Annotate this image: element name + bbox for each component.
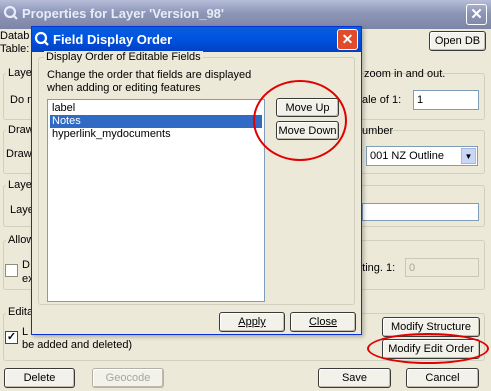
open-db-label: Open DB [434, 35, 481, 47]
move-down-button[interactable]: Move Down [276, 121, 339, 140]
setting-input[interactable]: 0 [405, 258, 479, 277]
description-line-2: when adding or editing features [47, 82, 201, 94]
layer-group-label-2: Laye [6, 179, 34, 191]
move-down-label: Move Down [278, 125, 337, 137]
apply-button[interactable]: Apply [219, 312, 285, 332]
close-button[interactable]: Close [290, 312, 356, 332]
edit-checkbox[interactable]: ✓ [5, 331, 18, 344]
main-window-title: Properties for Layer 'Version_98' [22, 6, 224, 21]
modify-edit-order-label: Modify Edit Order [388, 343, 474, 355]
save-button[interactable]: Save [318, 368, 391, 388]
added-deleted-label: be added and deleted) [22, 339, 133, 351]
geocode-button[interactable]: Geocode [92, 368, 164, 388]
do-not-label: Do n [10, 94, 34, 106]
display-order-group-label: Display Order of Editable Fields [44, 51, 203, 63]
dialog-close-button[interactable]: ✕ [337, 29, 358, 50]
main-close-button[interactable]: ✕ [466, 4, 487, 25]
q-globe-icon [34, 31, 49, 46]
dialog-title: Field Display Order [53, 32, 173, 47]
close-icon: ✕ [470, 6, 483, 23]
layer-input[interactable] [362, 203, 479, 221]
delete-label: Delete [23, 372, 56, 384]
description-line-1: Change the order that fields are display… [47, 69, 252, 81]
list-item[interactable]: label [50, 102, 262, 115]
modify-structure-label: Modify Structure [390, 321, 472, 333]
table-label: Table: [0, 43, 30, 55]
fields-listbox[interactable]: label Notes hyperlink_mydocuments [47, 99, 265, 302]
field-display-order-dialog: Field Display Order ✕ Display Order of E… [31, 26, 362, 335]
q-globe-icon [3, 5, 18, 20]
style-select-value: 001 NZ Outline [370, 150, 444, 162]
number-label: umber [362, 125, 394, 137]
layer-group-label: Laye [6, 67, 34, 79]
save-label: Save [341, 372, 368, 384]
modify-structure-button[interactable]: Modify Structure [382, 317, 480, 337]
delete-button[interactable]: Delete [4, 368, 75, 388]
scale-value: 1 [417, 94, 424, 106]
scale-label: ale of 1: [362, 94, 402, 106]
chevron-down-icon: ▼ [461, 148, 476, 164]
zoom-text: zoom in and out. [364, 68, 446, 80]
move-up-button[interactable]: Move Up [276, 98, 339, 117]
list-item[interactable]: Notes [50, 115, 262, 128]
close-icon: ✕ [341, 31, 354, 47]
style-select[interactable]: 001 NZ Outline ▼ [366, 146, 478, 166]
scale-input[interactable]: 1 [413, 90, 479, 110]
cancel-button[interactable]: Cancel [406, 368, 479, 388]
close-label: Close [308, 316, 338, 328]
cancel-label: Cancel [425, 372, 460, 384]
modify-edit-order-button[interactable]: Modify Edit Order [382, 339, 480, 359]
dialog-title-bar: Field Display Order ✕ [32, 27, 361, 52]
geocode-label: Geocode [105, 372, 151, 384]
draw-label: Draw [6, 148, 32, 160]
move-up-label: Move Up [285, 102, 330, 114]
l-label: L [22, 326, 29, 338]
apply-label: Apply [238, 316, 266, 328]
main-title-bar: Properties for Layer 'Version_98' ✕ [0, 0, 491, 29]
d-label: D [22, 259, 30, 271]
list-item[interactable]: hyperlink_mydocuments [50, 128, 262, 141]
checkmark-icon: ✓ [6, 331, 17, 343]
setting-value: 0 [409, 262, 416, 274]
database-label: Datab [0, 30, 30, 42]
open-db-button[interactable]: Open DB [429, 31, 486, 51]
allow-checkbox[interactable] [5, 264, 18, 277]
